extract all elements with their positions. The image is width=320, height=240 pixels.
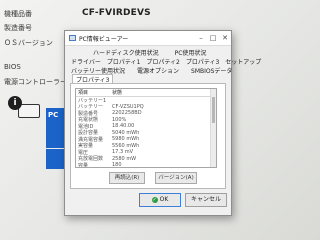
property-list[interactable]: 項目 状態 バッテリー1 バッテリー CF-VZSU1PQ 製造番号 2202258BD… [75, 88, 217, 168]
laptop-icon [18, 104, 40, 118]
tab-power-options[interactable]: 電源オプション [134, 66, 182, 75]
list-item-value: 2580 mW [112, 155, 137, 162]
check-icon: ✓ [151, 197, 158, 203]
cancel-button[interactable]: キャンセル [185, 193, 227, 207]
list-body: バッテリー1 バッテリー CF-VZSU1PQ 製造番号 2202258BD 充電状態 10… [76, 97, 216, 168]
scrollbar-thumb[interactable] [212, 97, 215, 123]
tab-property-2[interactable]: プロパティ2 [143, 57, 182, 66]
dialog-titlebar[interactable]: PC情報ビューアー – □ ✕ [65, 31, 231, 46]
tab-smbios-data[interactable]: SMBIOSデータ [188, 66, 235, 75]
tab-driver[interactable]: ドライバー [68, 57, 104, 66]
list-item-value: 5980 mWh [112, 136, 140, 143]
list-item-value: 5560 mWh [112, 142, 140, 149]
list-item-value: CF-VZSU1PQ [112, 103, 144, 110]
list-item-value: 2202258BD [112, 110, 142, 117]
minimize-icon[interactable]: – [195, 34, 207, 42]
list-item-name: 容量 [78, 162, 89, 168]
os-version-label: ＯＳバージョン [4, 39, 53, 47]
tab-property-3-top[interactable]: プロパティ3 [183, 57, 222, 66]
tab-row-2: ドライバー プロパティ1 プロパティ2 プロパティ3 セットアップ [68, 57, 261, 66]
tab-setup[interactable]: セットアップ [222, 57, 264, 66]
model-label: 機種品番 [4, 10, 32, 18]
list-item-value: 180 [112, 162, 122, 168]
version-button[interactable]: バージョン(A) [155, 172, 197, 184]
power-controller-label: 電源コントローラー [4, 78, 67, 86]
list-item-value: 100% [112, 116, 127, 123]
column-header-state[interactable]: 状態 [112, 89, 172, 96]
tab-pc-usage[interactable]: PC使用状況 [172, 48, 210, 57]
tab-property-1[interactable]: プロパティ1 [104, 57, 143, 66]
info-icon: i [8, 96, 22, 110]
ok-label: OK [159, 196, 169, 203]
dialog-title: PC情報ビューアー [79, 35, 129, 43]
app-icon [69, 35, 76, 41]
refresh-button[interactable]: 再読込(R) [109, 172, 145, 184]
tab-area: ハードディスク使用状況 PC使用状況 ドライバー プロパティ1 プロパティ2 プ… [65, 46, 261, 84]
close-icon[interactable]: ✕ [219, 34, 231, 42]
ok-button[interactable]: ✓ OK [139, 193, 181, 207]
pc-info-viewer-dialog: PC情報ビューアー – □ ✕ ハードディスク使用状況 PC使用状況 ドライバー… [64, 30, 261, 216]
list-item-value: 18.40.00 [112, 123, 135, 130]
list-item-value: 17.3 mV [112, 149, 134, 156]
tab-disk-usage[interactable]: ハードディスク使用状況 [90, 48, 162, 57]
list-scrollbar[interactable] [210, 89, 216, 167]
bios-label: BIOS [4, 63, 21, 71]
maximize-icon[interactable]: □ [207, 34, 219, 42]
tab-row-1: ハードディスク使用状況 PC使用状況 [68, 48, 228, 57]
list-item-value: 5040 mWh [112, 129, 140, 136]
model-number-value: CF-FVIRDEVS [82, 8, 151, 18]
list-item[interactable]: 容量 180 [76, 162, 216, 168]
serial-label: 製造番号 [4, 24, 32, 32]
column-header-item[interactable]: 項目 [76, 89, 112, 96]
tab-content-panel: 項目 状態 バッテリー1 バッテリー CF-VZSU1PQ 製造番号 2202258BD… [70, 83, 226, 189]
